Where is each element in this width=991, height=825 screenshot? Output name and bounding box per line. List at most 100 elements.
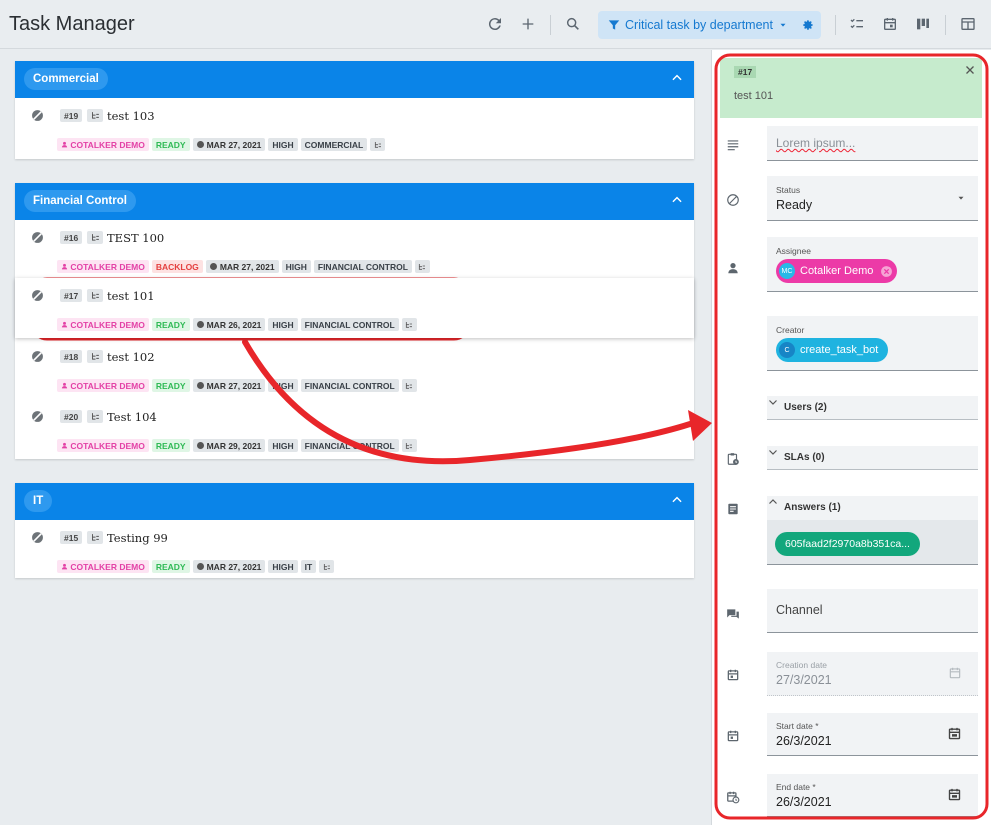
subtask-icon — [87, 231, 103, 244]
answers-expander[interactable]: Answers (1) — [767, 496, 978, 520]
chevron-up-icon[interactable] — [670, 193, 684, 207]
group-header[interactable]: Commercial — [15, 61, 694, 98]
table-view-icon[interactable] — [957, 13, 979, 35]
status-icon — [32, 232, 43, 243]
group-name: Commercial — [24, 68, 108, 90]
task-title: test 102 — [107, 350, 155, 364]
description-field[interactable]: Lorem ipsum... — [767, 126, 978, 161]
end-date-field[interactable]: End date * 26/3/2021 — [767, 774, 978, 817]
creation-date-field: Creation date 27/3/2021 — [767, 652, 978, 696]
person-icon — [61, 563, 68, 570]
calendar-clock-icon — [727, 791, 740, 804]
group-header[interactable]: Financial Control — [15, 183, 694, 220]
subtask-icon — [370, 138, 386, 151]
user-badge: COTALKER DEMO — [57, 318, 149, 331]
status-badge: READY — [151, 379, 190, 392]
task-row[interactable]: #15 Testing 99 COTALKER DEMO READY MAR 2… — [15, 520, 694, 580]
user-badge: COTALKER DEMO — [57, 439, 149, 452]
add-icon[interactable] — [517, 13, 539, 35]
calendar-icon[interactable] — [947, 726, 962, 741]
priority-badge: HIGH — [268, 439, 298, 452]
assignee-field[interactable]: Assignee MC Cotalker Demo — [767, 237, 978, 292]
filter-label: Critical task by department — [625, 18, 773, 32]
detail-header: #17 test 101 — [720, 58, 982, 118]
priority-badge: HIGH — [268, 379, 298, 392]
creator-label: Creator — [776, 325, 805, 335]
group-header[interactable]: IT — [15, 483, 694, 520]
task-id: #17 — [60, 289, 83, 302]
status-icon — [727, 194, 739, 206]
creation-date-value: 27/3/2021 — [776, 673, 832, 687]
task-row[interactable]: #16 TEST 100 COTALKER DEMO BACKLOG MAR 2… — [15, 220, 694, 280]
detail-task-title[interactable]: test 101 — [734, 90, 773, 102]
chat-icon — [727, 609, 739, 619]
slas-expander[interactable]: SLAs (0) — [767, 446, 978, 470]
toolbar-divider — [835, 15, 836, 35]
status-select[interactable]: Status Ready — [767, 176, 978, 221]
creator-field: Creator C create_task_bot — [767, 316, 978, 371]
subtask-icon — [414, 260, 430, 273]
start-date-label: Start date * — [776, 721, 819, 731]
task-group-commercial: Commercial #19 test 103 COTALKER DEMO RE… — [15, 61, 694, 159]
task-row[interactable]: #20 Test 104 COTALKER DEMO READY MAR 29,… — [15, 399, 694, 459]
task-row[interactable]: #19 test 103 COTALKER DEMO READY MAR 27,… — [15, 98, 694, 158]
gear-icon[interactable] — [801, 18, 815, 32]
slas-label: SLAs (0) — [784, 452, 825, 463]
subtask-icon — [401, 379, 417, 392]
task-row[interactable]: #18 test 102 COTALKER DEMO READY MAR 27,… — [15, 339, 694, 399]
status-icon — [32, 411, 43, 422]
calendar-icon[interactable] — [947, 787, 962, 802]
channel-label: Channel — [776, 603, 823, 617]
users-label: Users (2) — [784, 402, 827, 413]
department-badge: IT — [300, 560, 317, 573]
users-expander[interactable]: Users (2) — [767, 396, 978, 420]
toolbar-divider — [550, 15, 551, 35]
filter-selector[interactable]: Critical task by department — [598, 11, 821, 39]
date-badge: MAR 27, 2021 — [192, 379, 266, 392]
task-title: test 101 — [107, 289, 155, 303]
calendar-icon — [727, 730, 739, 742]
chevron-up-icon[interactable] — [670, 493, 684, 507]
creator-chip: C create_task_bot — [776, 338, 889, 362]
remove-icon[interactable] — [880, 265, 893, 278]
start-date-value: 26/3/2021 — [776, 734, 832, 748]
calendar-icon[interactable] — [879, 13, 901, 35]
user-badge: COTALKER DEMO — [57, 560, 149, 573]
channel-field[interactable]: Channel — [767, 589, 978, 633]
status-label: Status — [776, 185, 801, 195]
date-badge: MAR 29, 2021 — [192, 439, 266, 452]
description-placeholder: Lorem ipsum... — [776, 136, 856, 150]
calendar-icon — [949, 667, 961, 679]
close-icon[interactable] — [964, 64, 976, 76]
detail-task-id: #17 — [734, 66, 757, 78]
group-name: IT — [24, 490, 53, 512]
answer-chip[interactable]: 605faad2f2970a8b351ca... — [775, 532, 920, 556]
chevron-down-icon — [769, 400, 777, 405]
chevron-up-icon[interactable] — [670, 71, 684, 85]
subtask-icon — [401, 439, 417, 452]
task-title: Test 104 — [107, 410, 157, 424]
status-badge: READY — [151, 138, 190, 151]
answers-label: Answers (1) — [784, 502, 841, 513]
task-detail-panel — [711, 50, 991, 825]
chevron-up-icon — [769, 499, 777, 504]
checklist-icon[interactable] — [846, 13, 868, 35]
status-icon — [32, 532, 43, 543]
refresh-icon[interactable] — [484, 13, 506, 35]
clipboard-clock-icon — [727, 453, 739, 465]
chevron-down-icon — [780, 23, 786, 27]
assignee-chip[interactable]: MC Cotalker Demo — [776, 259, 898, 283]
kanban-icon[interactable] — [912, 13, 934, 35]
person-icon — [61, 263, 68, 270]
user-badge: COTALKER DEMO — [57, 260, 149, 273]
subtask-icon — [401, 318, 417, 331]
task-tags: COTALKER DEMO READY MAR 27, 2021 HIGH FI… — [57, 379, 417, 392]
chevron-down-icon — [958, 196, 964, 200]
status-icon — [32, 110, 43, 121]
start-date-field[interactable]: Start date * 26/3/2021 — [767, 713, 978, 756]
date-badge: MAR 27, 2021 — [192, 560, 266, 573]
user-badge: COTALKER DEMO — [57, 138, 149, 151]
task-row-selected[interactable]: #17 test 101 COTALKER DEMO READY MAR 26,… — [15, 278, 694, 338]
task-id: #15 — [60, 531, 83, 544]
search-icon[interactable] — [562, 13, 584, 35]
